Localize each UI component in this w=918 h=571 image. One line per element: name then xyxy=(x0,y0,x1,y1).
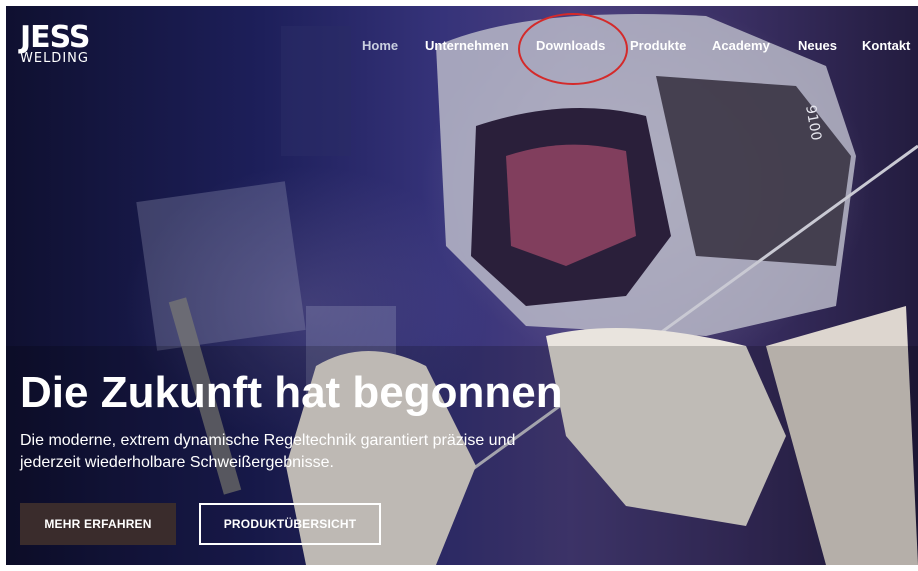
logo-subtitle: WELDING xyxy=(20,51,89,66)
nav-item-kontakt[interactable]: Kontakt xyxy=(862,38,910,53)
page: 9100 JESS WELDING Home Unternehmen Downl… xyxy=(0,0,918,571)
nav-item-home[interactable]: Home xyxy=(362,38,398,53)
hero-headline: Die Zukunft hat begonnen xyxy=(20,368,563,417)
nav-item-produkte[interactable]: Produkte xyxy=(630,38,686,53)
nav-item-downloads[interactable]: Downloads xyxy=(536,38,605,53)
hero-banner: 9100 JESS WELDING Home Unternehmen Downl… xyxy=(6,6,918,565)
hero-subline: Die moderne, extrem dynamische Regeltech… xyxy=(20,432,516,471)
nav-item-academy[interactable]: Academy xyxy=(712,38,770,53)
produktuebersicht-button[interactable]: PRODUKTÜBERSICHT xyxy=(199,503,381,545)
brand-logo[interactable]: JESS WELDING xyxy=(20,20,91,66)
mehr-erfahren-button[interactable]: MEHR ERFAHREN xyxy=(20,503,176,545)
nav-item-neues[interactable]: Neues xyxy=(798,38,837,53)
logo-mark: JESS xyxy=(20,20,91,55)
nav-item-unternehmen[interactable]: Unternehmen xyxy=(425,38,509,53)
hero-background-photo: 9100 xyxy=(6,14,918,565)
